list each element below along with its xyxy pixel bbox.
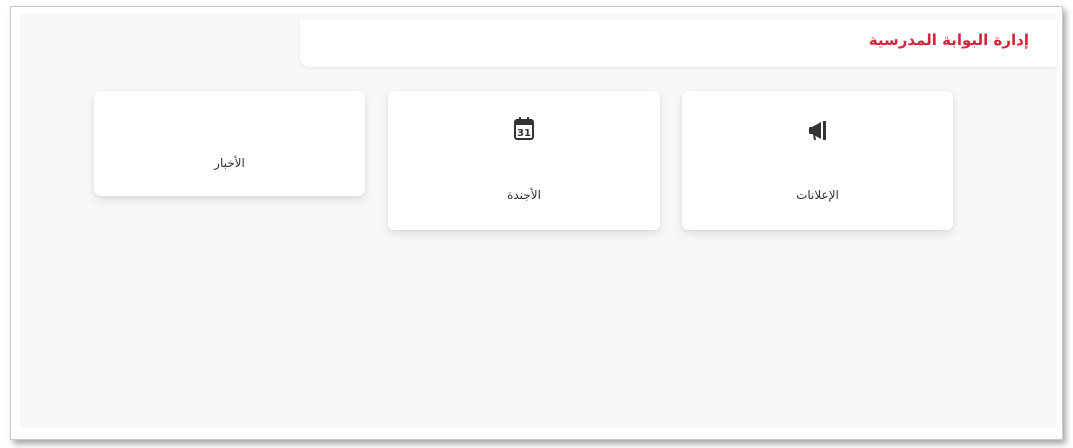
megaphone-icon	[807, 119, 829, 143]
news-card[interactable]: الأخبار	[94, 91, 365, 196]
page-title: إدارة البوابة المدرسية	[868, 31, 1029, 49]
calendar-icon: 31	[513, 117, 535, 141]
announcements-card[interactable]: الإعلانات	[682, 91, 953, 230]
agenda-label: الأجندة	[507, 188, 541, 202]
agenda-card[interactable]: 31 الأجندة	[388, 91, 660, 230]
announcements-label: الإعلانات	[796, 188, 839, 202]
news-label: الأخبار	[214, 156, 245, 170]
page-header: إدارة البوابة المدرسية	[300, 19, 1057, 67]
calendar-icon-number: 31	[517, 128, 531, 139]
